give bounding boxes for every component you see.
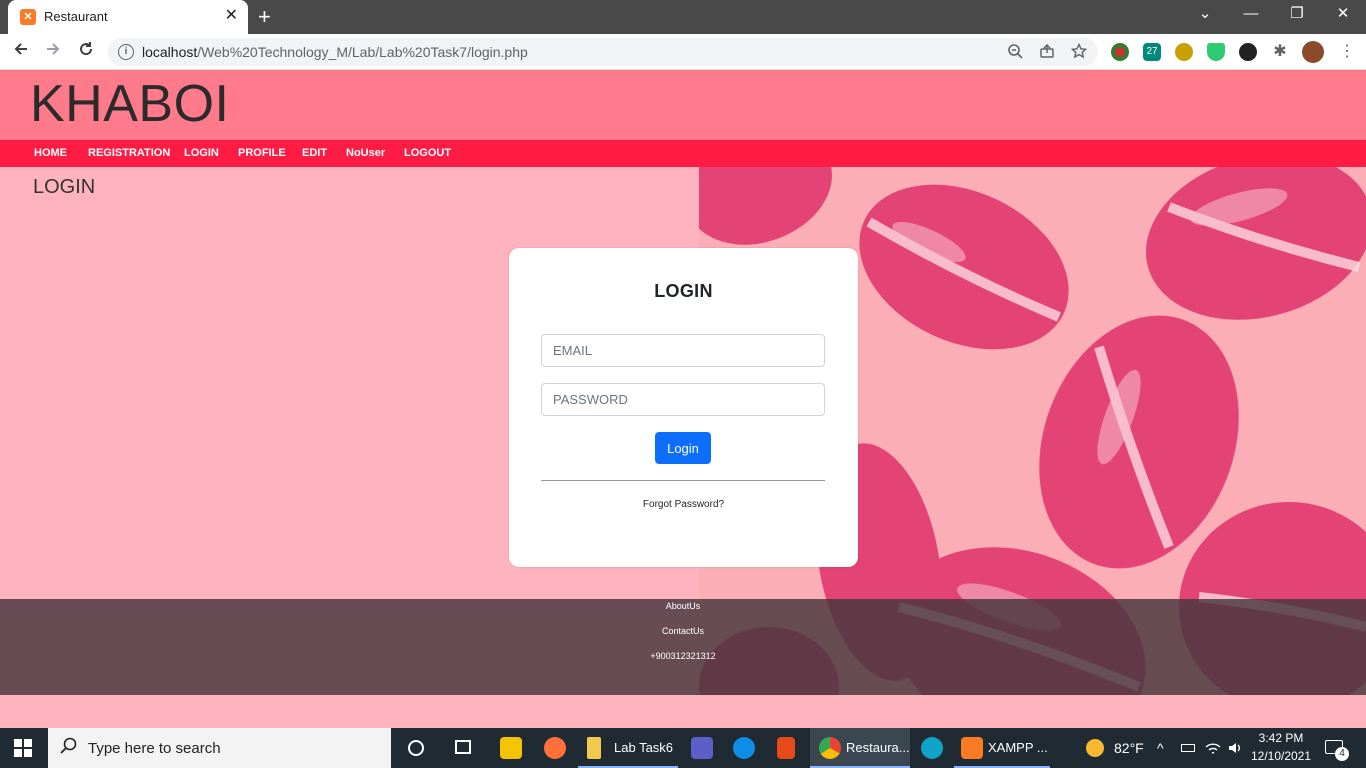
windows-start-icon[interactable]	[14, 739, 32, 757]
login-button[interactable]: Login	[655, 432, 711, 464]
minimize-button[interactable]: —	[1239, 4, 1263, 24]
url-text[interactable]: localhost/Web%20Technology_M/Lab/Lab%20T…	[142, 44, 528, 60]
tab-close-icon[interactable]: ✕	[225, 7, 238, 25]
battery-icon[interactable]	[1181, 728, 1197, 768]
main-navbar: HOME REGISTRATION LOGIN PROFILE EDIT NoU…	[0, 140, 1366, 167]
nav-link-registration[interactable]: REGISTRATION	[88, 147, 170, 159]
taskbar-app-label: XAMPP ...	[988, 740, 1048, 755]
zoom-icon[interactable]	[1006, 43, 1024, 62]
taskbar-app-label: Restaura...	[846, 740, 910, 755]
teamviewer-icon[interactable]	[724, 728, 764, 768]
extension-shield-icon[interactable]	[1207, 43, 1225, 61]
cortana-icon[interactable]	[400, 728, 432, 768]
browser-toolbar: i localhost/Web%20Technology_M/Lab/Lab%2…	[0, 34, 1366, 70]
volume-icon[interactable]	[1228, 728, 1244, 768]
footer-link-contactus[interactable]: ContactUs	[0, 626, 1366, 636]
taskbar-search-box[interactable]: Type here to search	[48, 728, 391, 768]
nav-link-login[interactable]: LOGIN	[184, 147, 219, 159]
notifications-icon[interactable]: 4	[1322, 728, 1352, 768]
nav-link-profile[interactable]: PROFILE	[238, 147, 286, 159]
windows-taskbar: Type here to search Lab Task6 Restaura..…	[0, 728, 1366, 768]
restore-button[interactable]: ❐	[1285, 4, 1309, 24]
footer-link-aboutus[interactable]: AboutUs	[0, 601, 1366, 611]
email-input[interactable]	[541, 334, 825, 367]
teams-icon[interactable]	[682, 728, 722, 768]
site-footer: AboutUs ContactUs +900312321312	[0, 599, 1366, 695]
taskbar-app-xampp[interactable]: XAMPP ...	[954, 728, 1050, 768]
clock-time: 3:42 PM	[1258, 731, 1304, 745]
forgot-password-link[interactable]: Forgot Password?	[509, 499, 858, 510]
xampp-favicon-icon: ✕	[20, 9, 36, 25]
search-icon	[60, 737, 78, 760]
extension-globe-icon[interactable]	[1175, 43, 1193, 61]
taskbar-app-label: Lab Task6	[614, 740, 674, 755]
browser-tab-strip: ✕ Restaurant ✕ + ⌄ — ❐ ✕	[0, 0, 1366, 34]
extension-red-green-icon[interactable]	[1111, 43, 1129, 61]
site-info-icon[interactable]: i	[118, 44, 134, 60]
back-arrow-icon[interactable]	[9, 40, 33, 64]
search-placeholder: Type here to search	[88, 740, 221, 757]
weather-sun-icon	[1086, 739, 1104, 757]
nav-link-nouser[interactable]: NoUser	[346, 147, 385, 159]
page-bottom-area	[0, 695, 1366, 722]
nav-link-home[interactable]: HOME	[34, 147, 67, 159]
url-host: localhost	[142, 44, 198, 60]
tray-chevron-up-icon[interactable]: ^	[1157, 728, 1175, 768]
bookmark-star-icon[interactable]	[1070, 42, 1088, 62]
wifi-icon[interactable]	[1205, 728, 1221, 768]
login-card: LOGIN Login Forgot Password?	[509, 248, 858, 567]
profile-avatar[interactable]	[1302, 41, 1324, 63]
weather-widget[interactable]: 82°F	[1084, 728, 1154, 768]
site-logo[interactable]: KHABOI	[30, 74, 230, 134]
clock-date: 12/10/2021	[1250, 749, 1312, 763]
page-heading: LOGIN	[33, 176, 96, 198]
reload-icon[interactable]	[74, 40, 98, 64]
firefox-icon[interactable]	[535, 728, 575, 768]
footer-phone: +900312321312	[650, 651, 716, 661]
login-title: LOGIN	[654, 281, 713, 301]
nav-link-edit[interactable]: EDIT	[302, 147, 327, 159]
form-divider	[541, 480, 825, 481]
media-player-icon[interactable]	[492, 728, 532, 768]
notification-count-badge: 4	[1335, 747, 1349, 761]
weather-temperature: 82°F	[1114, 740, 1144, 756]
close-window-button[interactable]: ✕	[1331, 4, 1355, 24]
taskbar-clock[interactable]: 3:42 PM 12/10/2021	[1250, 728, 1312, 768]
tab-search-icon[interactable]: ⌄	[1193, 4, 1217, 24]
site-header: KHABOI	[0, 70, 1366, 140]
extension-calendar-icon[interactable]: 27	[1143, 43, 1161, 61]
browser-menu-icon[interactable]: ⋮	[1338, 43, 1356, 61]
folder-icon	[587, 737, 601, 759]
office-icon[interactable]	[767, 728, 807, 768]
tab-title: Restaurant	[44, 9, 108, 24]
edge-icon[interactable]	[912, 728, 952, 768]
taskbar-app-lab-task6[interactable]: Lab Task6	[578, 728, 678, 768]
address-bar[interactable]: i localhost/Web%20Technology_M/Lab/Lab%2…	[108, 38, 1098, 66]
taskbar-app-restaurant[interactable]: Restaura...	[810, 728, 910, 768]
extensions-puzzle-icon[interactable]: ✱	[1271, 43, 1289, 61]
forward-arrow-icon[interactable]	[41, 40, 65, 64]
chrome-icon	[819, 737, 841, 759]
nav-link-logout[interactable]: LOGOUT	[404, 147, 451, 159]
password-input[interactable]	[541, 383, 825, 416]
browser-tab[interactable]: ✕ Restaurant ✕	[8, 0, 248, 34]
url-path: /Web%20Technology_M/Lab/Lab%20Task7/logi…	[197, 44, 528, 60]
task-view-icon[interactable]	[446, 728, 480, 768]
xampp-icon	[961, 737, 983, 759]
web-page: KHABOI HOME REGISTRATION LOGIN PROFILE E…	[0, 70, 1366, 722]
share-icon[interactable]	[1038, 43, 1056, 62]
extension-sync-icon[interactable]	[1239, 43, 1257, 61]
new-tab-button[interactable]: +	[258, 4, 271, 30]
